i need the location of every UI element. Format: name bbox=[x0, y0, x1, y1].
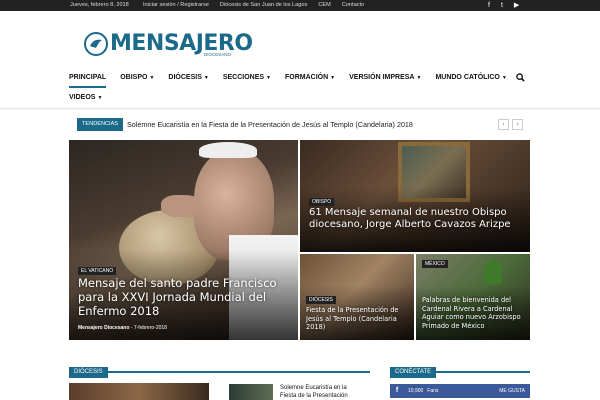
chevron-down-icon: ▼ bbox=[149, 75, 155, 81]
featured-article-obispo[interactable]: OBISPO 61 Mensaje semanal de nuestro Obi… bbox=[300, 140, 530, 252]
cem-link[interactable]: CEM bbox=[318, 0, 330, 11]
prev-arrow-icon[interactable]: ‹ bbox=[498, 119, 509, 130]
nav-secciones[interactable]: SECCIONES ▼ bbox=[223, 68, 271, 88]
trending-headline[interactable]: Solemne Eucaristía en la Fiesta de la Pr… bbox=[127, 118, 413, 131]
side-article-title[interactable]: Solemne Eucaristía en la Fiesta de la Pr… bbox=[280, 384, 360, 400]
site-logo[interactable]: MENSAJERO DIOCESANO bbox=[84, 30, 253, 58]
nav-obispo[interactable]: OBISPO ▼ bbox=[120, 68, 154, 88]
category-badge[interactable]: DIÓCESIS bbox=[306, 296, 336, 304]
chevron-down-icon: ▼ bbox=[203, 75, 209, 81]
logo-wordmark: MENSAJERO bbox=[110, 31, 253, 56]
chevron-down-icon: ▼ bbox=[97, 95, 103, 101]
category-badge[interactable]: OBISPO bbox=[309, 198, 335, 206]
article-title[interactable]: Fiesta de la Presentación de Jesús al Te… bbox=[306, 306, 408, 332]
nav-principal[interactable]: PRINCIPAL bbox=[69, 68, 107, 88]
article-date: 7-febrero-2018 bbox=[133, 325, 167, 331]
facebook-icon: f bbox=[395, 387, 399, 394]
featured-main-article[interactable]: EL VATICANO Mensaje del santo padre Fran… bbox=[69, 140, 298, 340]
trending-tag: TENDENCIAS bbox=[77, 118, 124, 131]
nav-label: SECCIONES bbox=[222, 74, 265, 81]
nav-videos[interactable]: VIDEOS ▼ bbox=[69, 88, 102, 108]
article-image-mitre bbox=[484, 258, 502, 284]
category-badge[interactable]: MÉXICO bbox=[422, 260, 448, 268]
nav-mundo-catolico[interactable]: MUNDO CATÓLICO ▼ bbox=[435, 68, 506, 88]
current-date: Jueves, febrero 8, 2018 bbox=[70, 2, 129, 8]
twitter-icon[interactable]: t bbox=[501, 0, 503, 11]
chevron-down-icon: ▼ bbox=[266, 75, 271, 81]
next-arrow-icon[interactable]: › bbox=[512, 119, 523, 130]
article-author[interactable]: Mensajero Diocesano bbox=[78, 325, 129, 331]
article-meta: Mensajero Diocesano - 7-febrero-2018 bbox=[78, 325, 167, 331]
nav-label: MUNDO CATÓLICO bbox=[435, 74, 500, 81]
nav-formacion[interactable]: FORMACIÓN ▼ bbox=[285, 68, 335, 88]
chevron-down-icon: ▼ bbox=[330, 75, 336, 81]
nav-divider bbox=[0, 108, 600, 110]
article-title[interactable]: Palabras de bienvenida del Cardenal Rive… bbox=[422, 296, 526, 330]
search-icon[interactable] bbox=[516, 73, 525, 84]
nav-label: PRINCIPAL bbox=[69, 74, 107, 81]
main-nav: PRINCIPAL OBISPO ▼ DIÓCESIS ▼ SECCIONES ▼ F… bbox=[69, 68, 531, 108]
section-header-conectate: CONÉCTATE bbox=[390, 360, 530, 378]
logo-subtitle: DIOCESANO bbox=[204, 52, 232, 57]
section-title: CONÉCTATE bbox=[390, 367, 437, 378]
article-title[interactable]: Mensaje del santo padre Francisco para l… bbox=[78, 276, 290, 318]
facebook-count: 10,900 bbox=[408, 388, 424, 394]
section-header-diocesis: DIÓCESIS bbox=[69, 360, 370, 378]
social-icons: f t ▶ bbox=[488, 0, 519, 11]
featured-article-diocesis[interactable]: DIÓCESIS Fiesta de la Presentación de Je… bbox=[300, 254, 414, 340]
article-title[interactable]: 61 Mensaje semanal de nuestro Obispo dio… bbox=[309, 207, 514, 231]
nav-label: VIDEOS bbox=[69, 94, 96, 101]
facebook-widget: f 10,900 Fans ME GUSTA bbox=[390, 384, 530, 398]
top-links: Iniciar sesión / Registrarse Diócesis de… bbox=[143, 0, 364, 11]
side-article-thumbnail[interactable] bbox=[229, 384, 273, 400]
nav-diocesis[interactable]: DIÓCESIS ▼ bbox=[168, 68, 208, 88]
category-badge[interactable]: EL VATICANO bbox=[78, 267, 117, 275]
ticker-arrows: ‹ › bbox=[498, 119, 523, 130]
facebook-label: Fans bbox=[427, 388, 439, 394]
nav-label: DIÓCESIS bbox=[168, 74, 202, 81]
article-image-hands bbox=[161, 195, 201, 217]
facebook-icon[interactable]: f bbox=[488, 0, 490, 11]
section-title[interactable]: DIÓCESIS bbox=[69, 367, 108, 378]
chevron-down-icon: ▼ bbox=[416, 75, 422, 81]
diocesis-article-thumbnail[interactable] bbox=[69, 383, 209, 400]
trending-ticker: TENDENCIAS Solemne Eucaristía en la Fies… bbox=[77, 118, 523, 131]
featured-article-mexico[interactable]: MÉXICO Palabras de bienvenida del Carden… bbox=[416, 254, 530, 340]
nav-version-impresa[interactable]: VERSIÓN IMPRESA ▼ bbox=[349, 68, 421, 88]
contact-link[interactable]: Contacto bbox=[342, 0, 364, 11]
dove-logo-icon bbox=[84, 32, 108, 56]
nav-label: FORMACIÓN bbox=[285, 74, 329, 81]
article-image-cap bbox=[199, 142, 257, 158]
diocese-link[interactable]: Diócesis de San Juan de los Lagos bbox=[220, 0, 307, 11]
login-link[interactable]: Iniciar sesión / Registrarse bbox=[143, 0, 209, 11]
chevron-down-icon: ▼ bbox=[501, 75, 507, 81]
facebook-like-button[interactable]: ME GUSTA bbox=[499, 384, 525, 398]
nav-label: OBISPO bbox=[120, 74, 148, 81]
youtube-icon[interactable]: ▶ bbox=[514, 0, 519, 11]
nav-label: VERSIÓN IMPRESA bbox=[349, 74, 415, 81]
top-bar: Jueves, febrero 8, 2018 Iniciar sesión /… bbox=[0, 0, 600, 11]
